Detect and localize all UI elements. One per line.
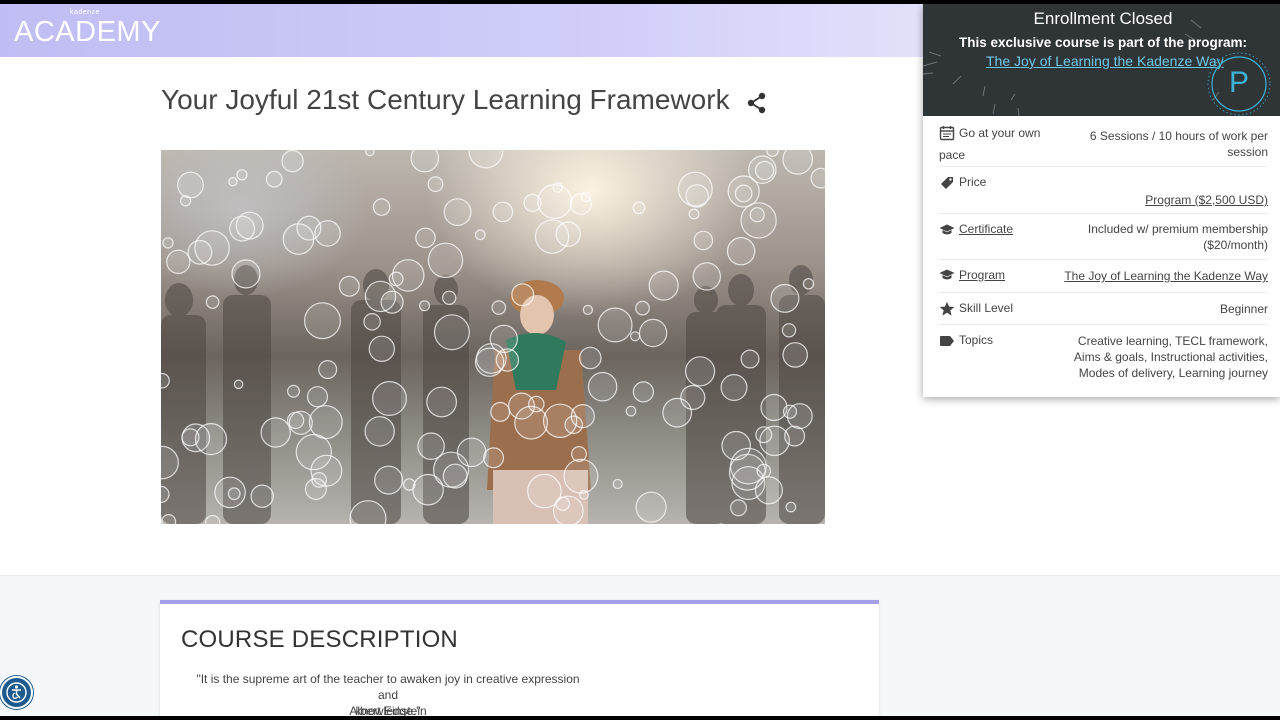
detail-label-skill-level: Skill Level bbox=[959, 301, 1014, 315]
screen-frame-bottom bbox=[0, 716, 1280, 720]
detail-value-certificate-line1: Included w/ premium membership bbox=[1087, 222, 1268, 236]
graduation-cap-icon bbox=[939, 224, 955, 235]
price-tag-icon bbox=[941, 177, 953, 189]
tag-label-icon bbox=[940, 336, 954, 346]
detail-label-topics: Topics bbox=[959, 333, 994, 347]
detail-value-topics-line2: Aims & goals, Instructional activities, bbox=[1073, 350, 1268, 364]
detail-value-certificate: Included w/ premium membership ($20/mont… bbox=[1088, 221, 1268, 253]
program-value-link[interactable]: The Joy of Learning the Kadenze Way bbox=[1064, 268, 1268, 284]
enrollment-header: Enrollment Closed This exclusive course … bbox=[923, 4, 1280, 116]
screen-frame-top bbox=[0, 0, 1280, 4]
detail-row-pace: Go at your own pace 6 Sessions / 10 hour… bbox=[939, 116, 1268, 167]
detail-value-topics: Creative learning, TECL framework, Aims … bbox=[1074, 333, 1268, 381]
detail-value-topics-line3: Modes of delivery, Learning journey bbox=[1078, 366, 1268, 380]
detail-label-pace-line1: Go at your own bbox=[959, 126, 1041, 140]
logo-kadenze-text: kadenze bbox=[70, 9, 100, 16]
detail-value-pace-line2: session bbox=[1227, 145, 1268, 159]
share-icon[interactable] bbox=[747, 92, 767, 114]
graduation-cap-icon bbox=[939, 269, 955, 280]
program-link[interactable]: The Joy of Learning the Kadenze Way bbox=[986, 53, 1224, 69]
detail-row-price: Price Program ($2,500 USD) bbox=[939, 167, 1268, 214]
detail-value-pace-line1: 6 Sessions / 10 hours of work per bbox=[1089, 129, 1268, 143]
detail-value-price-link[interactable]: Program ($2,500 USD) bbox=[1145, 192, 1268, 208]
star-icon bbox=[939, 301, 955, 316]
course-description-card: COURSE DESCRIPTION "It is the supreme ar… bbox=[160, 600, 879, 718]
course-details-list: Go at your own pace 6 Sessions / 10 hour… bbox=[939, 116, 1268, 385]
detail-value-topics-line1: Creative learning, TECL framework, bbox=[1077, 334, 1268, 348]
accessibility-icon bbox=[6, 682, 27, 703]
program-badge-letter: P bbox=[1229, 66, 1250, 99]
detail-value-pace: 6 Sessions / 10 hours of work per sessio… bbox=[1090, 128, 1268, 160]
accessibility-button[interactable] bbox=[0, 676, 33, 709]
detail-row-topics: Topics Creative learning, TECL framework… bbox=[939, 325, 1268, 385]
detail-row-skill-level: Skill Level Beginner bbox=[939, 293, 1268, 325]
enrollment-panel: Enrollment Closed This exclusive course … bbox=[923, 4, 1280, 397]
page-title: Your Joyful 21st Century Learning Framew… bbox=[161, 84, 730, 115]
quote-line-1: "It is the supreme art of the teacher to… bbox=[196, 672, 580, 702]
logo-academy-text: ACADEMY bbox=[14, 16, 161, 48]
detail-row-program: Program The Joy of Learning the Kadenze … bbox=[939, 260, 1268, 293]
detail-value-skill-level: Beginner bbox=[1219, 302, 1268, 316]
detail-label-price: Price bbox=[959, 175, 987, 189]
certificate-link[interactable]: Certificate bbox=[959, 218, 1013, 240]
course-hero-image bbox=[161, 150, 825, 524]
enrollment-status-title: Enrollment Closed bbox=[1033, 9, 1173, 28]
detail-value-certificate-line2: ($20/month) bbox=[1203, 238, 1268, 252]
calendar-icon bbox=[939, 126, 955, 141]
detail-row-certificate: Certificate Included w/ premium membersh… bbox=[939, 214, 1268, 260]
course-description-heading: COURSE DESCRIPTION bbox=[181, 626, 458, 653]
program-label-link[interactable]: Program bbox=[959, 264, 1005, 286]
detail-label-pace-line2: pace bbox=[939, 148, 966, 162]
academy-logo[interactable]: kadenze ACADEMY bbox=[14, 6, 160, 54]
